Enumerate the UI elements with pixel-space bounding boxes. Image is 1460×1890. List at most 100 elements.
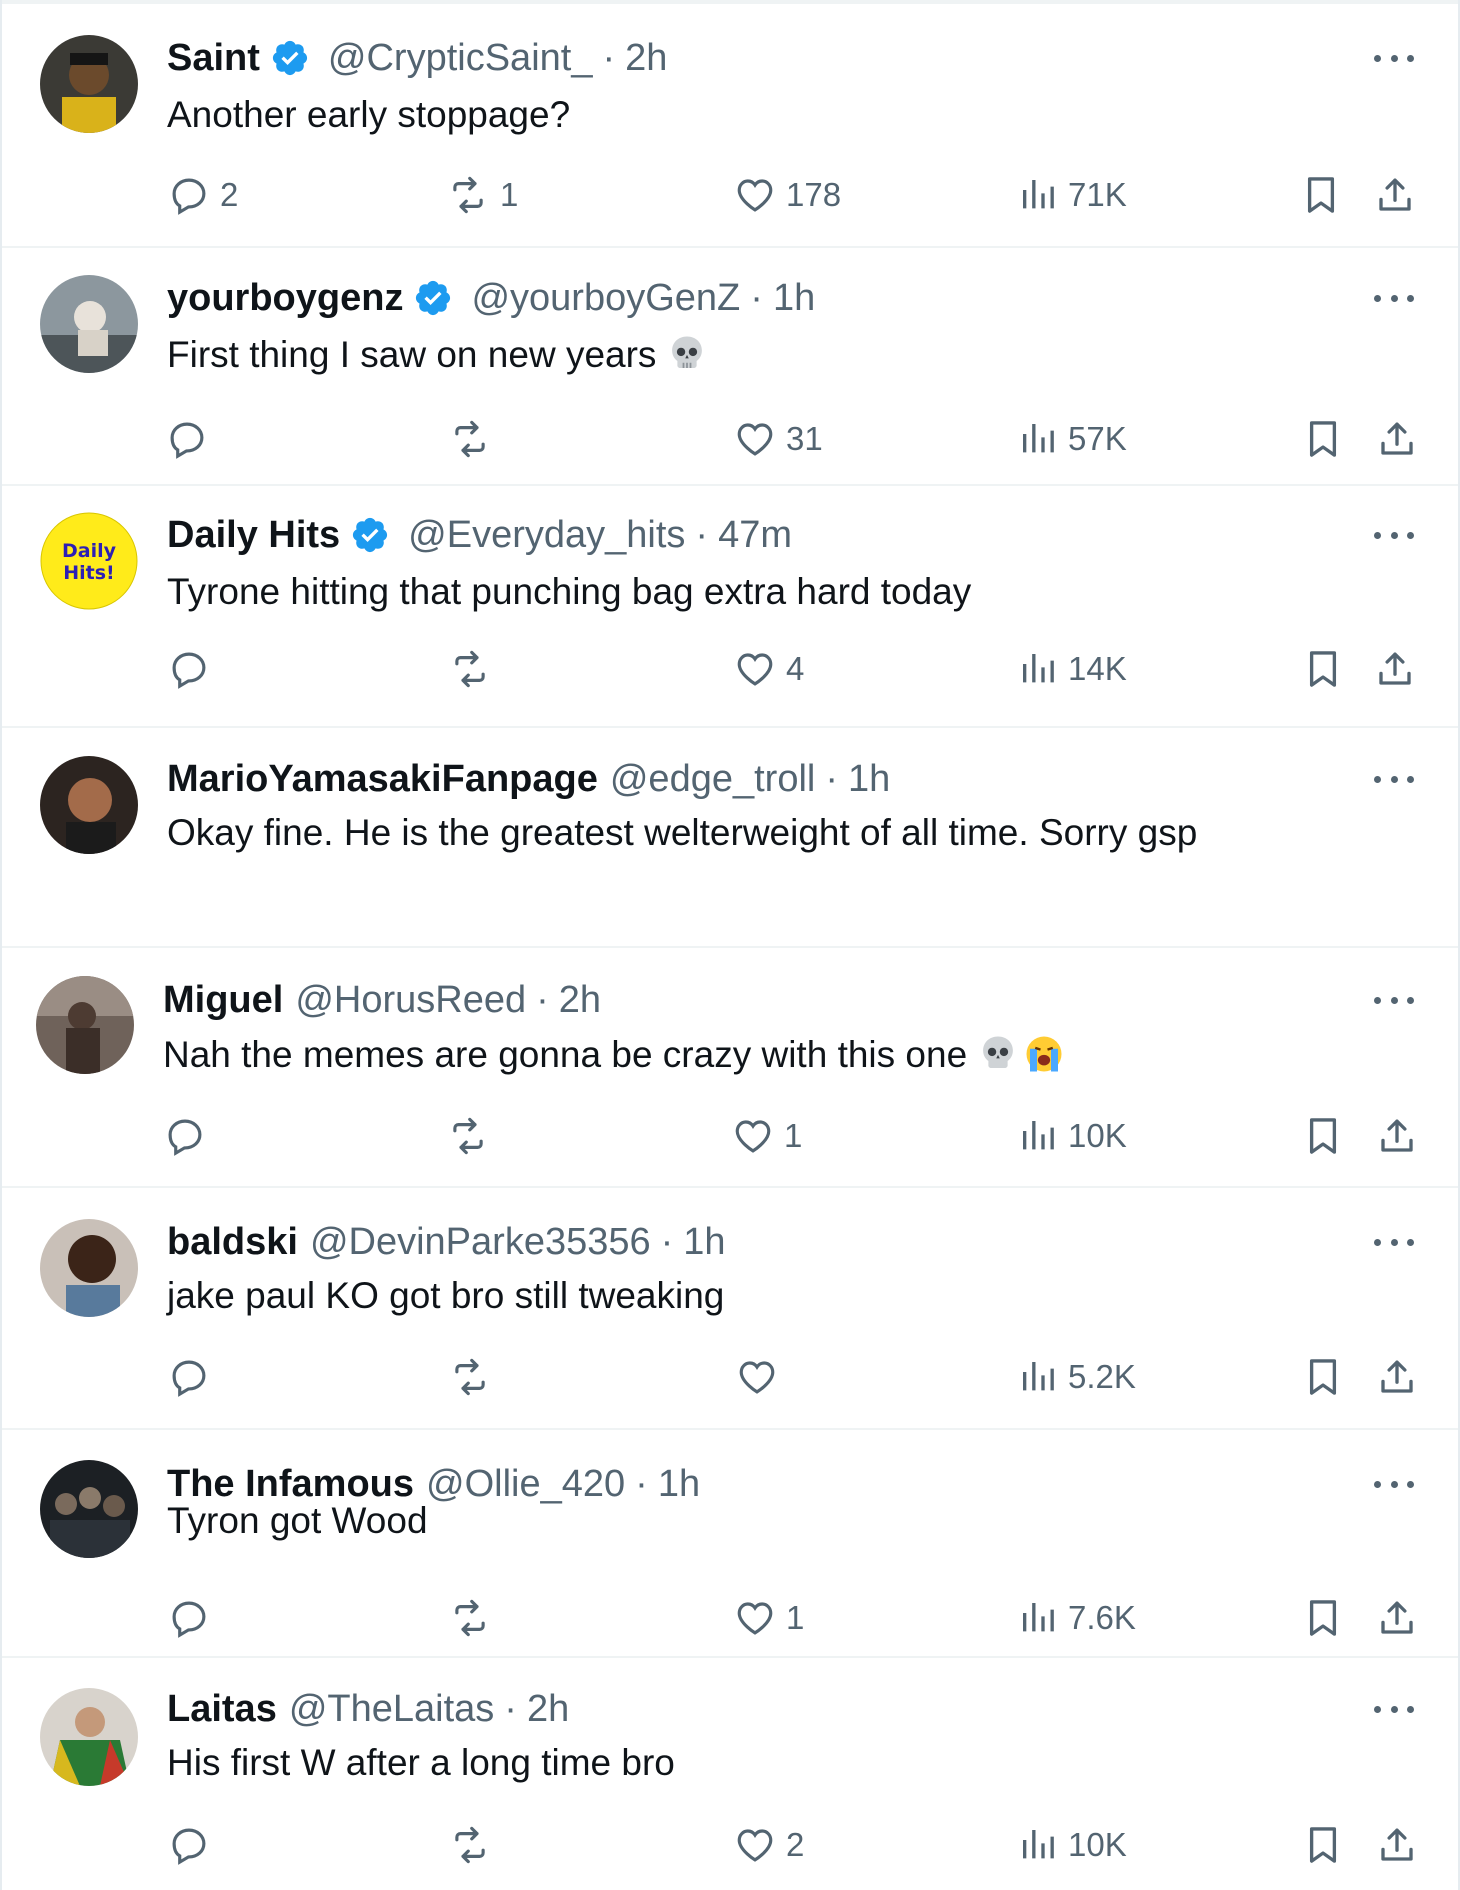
view-count: 7.6K — [1068, 1599, 1136, 1636]
timestamp[interactable]: 1h — [658, 1459, 700, 1509]
tweet-saint[interactable]: Saint @CrypticSaint_ · 2h Another early … — [0, 4, 1460, 248]
bookmark-button[interactable] — [1302, 1592, 1344, 1644]
display-name[interactable]: baldski — [167, 1217, 298, 1267]
avatar[interactable]: Daily Hits! — [40, 512, 138, 610]
bookmark-button[interactable] — [1302, 1819, 1344, 1871]
repost-button[interactable] — [448, 1351, 502, 1403]
bookmark-icon — [1307, 177, 1335, 213]
views-button[interactable]: 57K — [1018, 413, 1127, 465]
views-button[interactable]: 10K — [1018, 1819, 1127, 1871]
display-name[interactable]: Daily Hits — [167, 510, 340, 560]
share-button[interactable] — [1376, 1351, 1418, 1403]
timestamp[interactable]: 2h — [559, 975, 601, 1025]
more-icon[interactable] — [1374, 1236, 1414, 1248]
display-name[interactable]: Laitas — [167, 1684, 277, 1734]
reply-count: 2 — [220, 176, 239, 213]
more-icon[interactable] — [1374, 773, 1414, 785]
avatar[interactable] — [40, 275, 138, 373]
timestamp[interactable]: 1h — [683, 1217, 725, 1267]
repost-button[interactable] — [448, 1592, 502, 1644]
reply-button[interactable]: 2 — [168, 169, 238, 221]
avatar[interactable] — [40, 1460, 138, 1558]
bookmark-button[interactable] — [1300, 169, 1342, 221]
repost-button[interactable]: 1 — [446, 169, 518, 221]
display-name[interactable]: Miguel — [163, 975, 283, 1025]
display-name[interactable]: yourboygenz — [167, 273, 403, 323]
more-icon[interactable] — [1374, 1703, 1414, 1715]
timestamp[interactable]: 1h — [848, 754, 890, 804]
tweet-the-infamous[interactable]: The Infamous @Ollie_420 · 1h Tyron got W… — [0, 1430, 1460, 1658]
reply-button[interactable] — [168, 1819, 220, 1871]
reply-button[interactable] — [164, 1110, 216, 1162]
like-button[interactable]: 1 — [732, 1110, 802, 1162]
reply-button[interactable] — [166, 413, 218, 465]
share-icon — [1381, 1601, 1413, 1634]
like-button[interactable] — [736, 1351, 788, 1403]
bookmark-button[interactable] — [1302, 1351, 1344, 1403]
repost-button[interactable] — [448, 1819, 502, 1871]
share-button[interactable] — [1376, 1110, 1418, 1162]
like-button[interactable]: 1 — [734, 1592, 804, 1644]
more-icon[interactable] — [1374, 994, 1414, 1006]
share-button[interactable] — [1376, 1592, 1418, 1644]
handle[interactable]: @Ollie_420 — [426, 1459, 625, 1509]
repost-button[interactable] — [446, 1110, 500, 1162]
handle[interactable]: @HorusReed — [295, 975, 526, 1025]
tweet-marioyamasakifanpage[interactable]: MarioYamasakiFanpage @edge_troll · 1h Ok… — [0, 728, 1460, 888]
more-icon[interactable] — [1374, 529, 1414, 541]
reply-button[interactable] — [168, 1592, 220, 1644]
avatar[interactable] — [40, 1688, 138, 1786]
bookmark-button[interactable] — [1302, 413, 1344, 465]
more-icon[interactable] — [1374, 52, 1414, 64]
timestamp[interactable]: 47m — [718, 510, 792, 560]
handle[interactable]: @TheLaitas — [289, 1684, 494, 1734]
handle[interactable]: @edge_troll — [610, 754, 815, 804]
views-button[interactable]: 5.2K — [1018, 1351, 1136, 1403]
repost-icon — [455, 420, 485, 458]
handle[interactable]: @Everyday_hits — [408, 510, 685, 560]
avatar[interactable] — [36, 976, 134, 1074]
share-button[interactable] — [1376, 413, 1418, 465]
reply-button[interactable] — [168, 1351, 220, 1403]
tweet-daily-hits[interactable]: Daily Hits! Daily Hits @Everyday_hits · … — [0, 486, 1460, 728]
more-icon[interactable] — [1374, 1478, 1414, 1490]
tweet-baldski[interactable]: baldski @DevinParke35356 · 1h jake paul … — [0, 1188, 1460, 1430]
timestamp[interactable]: 1h — [773, 273, 815, 323]
more-icon[interactable] — [1374, 292, 1414, 304]
like-button[interactable]: 4 — [734, 643, 804, 695]
repost-icon — [455, 1358, 485, 1396]
display-name[interactable]: Saint — [167, 33, 260, 83]
views-button[interactable]: 14K — [1018, 643, 1127, 695]
bookmark-button[interactable] — [1302, 643, 1344, 695]
avatar[interactable] — [40, 756, 138, 854]
timestamp[interactable]: 2h — [527, 1684, 569, 1734]
like-button[interactable]: 178 — [734, 169, 841, 221]
views-button[interactable]: 10K — [1018, 1110, 1127, 1162]
views-button[interactable]: 71K — [1018, 169, 1127, 221]
like-icon — [735, 1120, 771, 1153]
timestamp[interactable]: 2h — [625, 33, 667, 83]
views-button[interactable]: 7.6K — [1018, 1592, 1136, 1644]
handle[interactable]: @DevinParke35356 — [310, 1217, 651, 1267]
tweet-laitas[interactable]: Laitas @TheLaitas · 2h His first W after… — [0, 1658, 1460, 1890]
share-button[interactable] — [1376, 1819, 1418, 1871]
share-button[interactable] — [1374, 169, 1416, 221]
repost-button[interactable] — [448, 413, 502, 465]
tweet-yourboygenz[interactable]: yourboygenz @yourboyGenZ · 1h First thin… — [0, 248, 1460, 486]
share-button[interactable] — [1374, 643, 1416, 695]
handle[interactable]: @CrypticSaint_ — [328, 33, 593, 83]
bookmark-button[interactable] — [1302, 1110, 1344, 1162]
avatar[interactable] — [40, 35, 138, 133]
view-count: 57K — [1068, 420, 1127, 457]
like-button[interactable]: 31 — [734, 413, 823, 465]
like-icon — [737, 179, 773, 212]
separator-dot: · — [536, 979, 549, 1021]
repost-button[interactable] — [448, 643, 502, 695]
like-icon — [737, 653, 773, 686]
tweet-miguel[interactable]: Miguel @HorusReed · 2h Nah the memes are… — [0, 948, 1460, 1188]
display-name[interactable]: MarioYamasakiFanpage — [167, 754, 598, 804]
handle[interactable]: @yourboyGenZ — [471, 273, 740, 323]
reply-button[interactable] — [168, 643, 220, 695]
avatar[interactable] — [40, 1219, 138, 1317]
like-button[interactable]: 2 — [734, 1819, 804, 1871]
